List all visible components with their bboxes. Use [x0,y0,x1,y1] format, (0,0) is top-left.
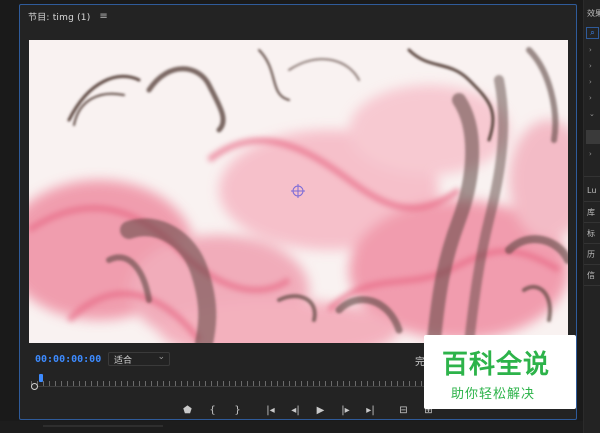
selected-folder[interactable] [586,130,600,144]
panel-header: 节目: timg (1) ≡ [20,5,576,27]
markers-tab[interactable]: 标 [587,228,595,239]
right-panel-strip: 效果 ⌕ › › › › ⌄ › Lu 库 标 历 信 [583,0,600,433]
play-button[interactable]: ▶ [308,402,333,418]
mark-out-button[interactable]: } [225,402,250,418]
insert-button[interactable]: ⊟ [391,402,416,418]
zoom-scroll-handle[interactable] [31,383,38,390]
playhead-timecode[interactable]: 00:00:00:00 [35,354,101,365]
divider [584,243,600,244]
transport-controls: ⬟{} |◂ ◂| ▶ |▸ ▸| ⊟ ⊞ [175,402,441,418]
step-back-button[interactable]: ◂| [283,402,308,418]
scrollbar-thumb[interactable] [43,425,163,427]
watermark-title: 百科全说 [442,350,551,380]
video-frame[interactable] [29,40,568,343]
expand-arrow-icon[interactable]: › [589,94,592,102]
search-icon[interactable]: ⌕ [586,27,599,39]
watermark-subtitle: 助你轻松解决 [451,387,536,402]
divider [584,176,600,177]
effects-tab[interactable]: 效果 [587,8,600,19]
info-tab[interactable]: 信 [587,270,595,281]
divider [584,222,600,223]
divider [584,201,600,202]
fit-dropdown[interactable]: 适合 ⌄ [108,352,170,366]
playhead-marker[interactable] [39,374,43,382]
panel-title[interactable]: 节目: timg (1) [28,10,90,23]
add-marker-button[interactable]: ⬟ [175,402,200,418]
mark-in-button[interactable]: { [200,402,225,418]
divider [584,285,600,286]
step-forward-button[interactable]: |▸ [333,402,358,418]
chevron-down-icon: ⌄ [157,352,165,362]
hamburger-icon[interactable]: ≡ [99,11,107,22]
libraries-tab[interactable]: 库 [587,207,595,218]
go-to-out-button[interactable]: ▸| [358,402,383,418]
bottom-scrollbar[interactable] [0,421,583,433]
expand-arrow-icon[interactable]: › [589,46,592,54]
smoke-ink-image [29,40,568,343]
watermark-logo: 百科全说 助你轻松解决 [424,335,576,409]
expand-arrow-icon[interactable]: › [589,150,592,158]
fit-value: 适合 [114,355,133,366]
expand-arrow-icon[interactable]: › [589,78,592,86]
go-to-in-button[interactable]: |◂ [258,402,283,418]
collapse-arrow-icon[interactable]: ⌄ [589,110,595,118]
lumetri-tab[interactable]: Lu [587,186,596,195]
history-tab[interactable]: 历 [587,249,595,260]
premiere-workspace: 节目: timg (1) ≡ 00:00:00:00 适合 ⌄ 完 ⬟ {} … [0,0,600,433]
expand-arrow-icon[interactable]: › [589,62,592,70]
divider [584,264,600,265]
